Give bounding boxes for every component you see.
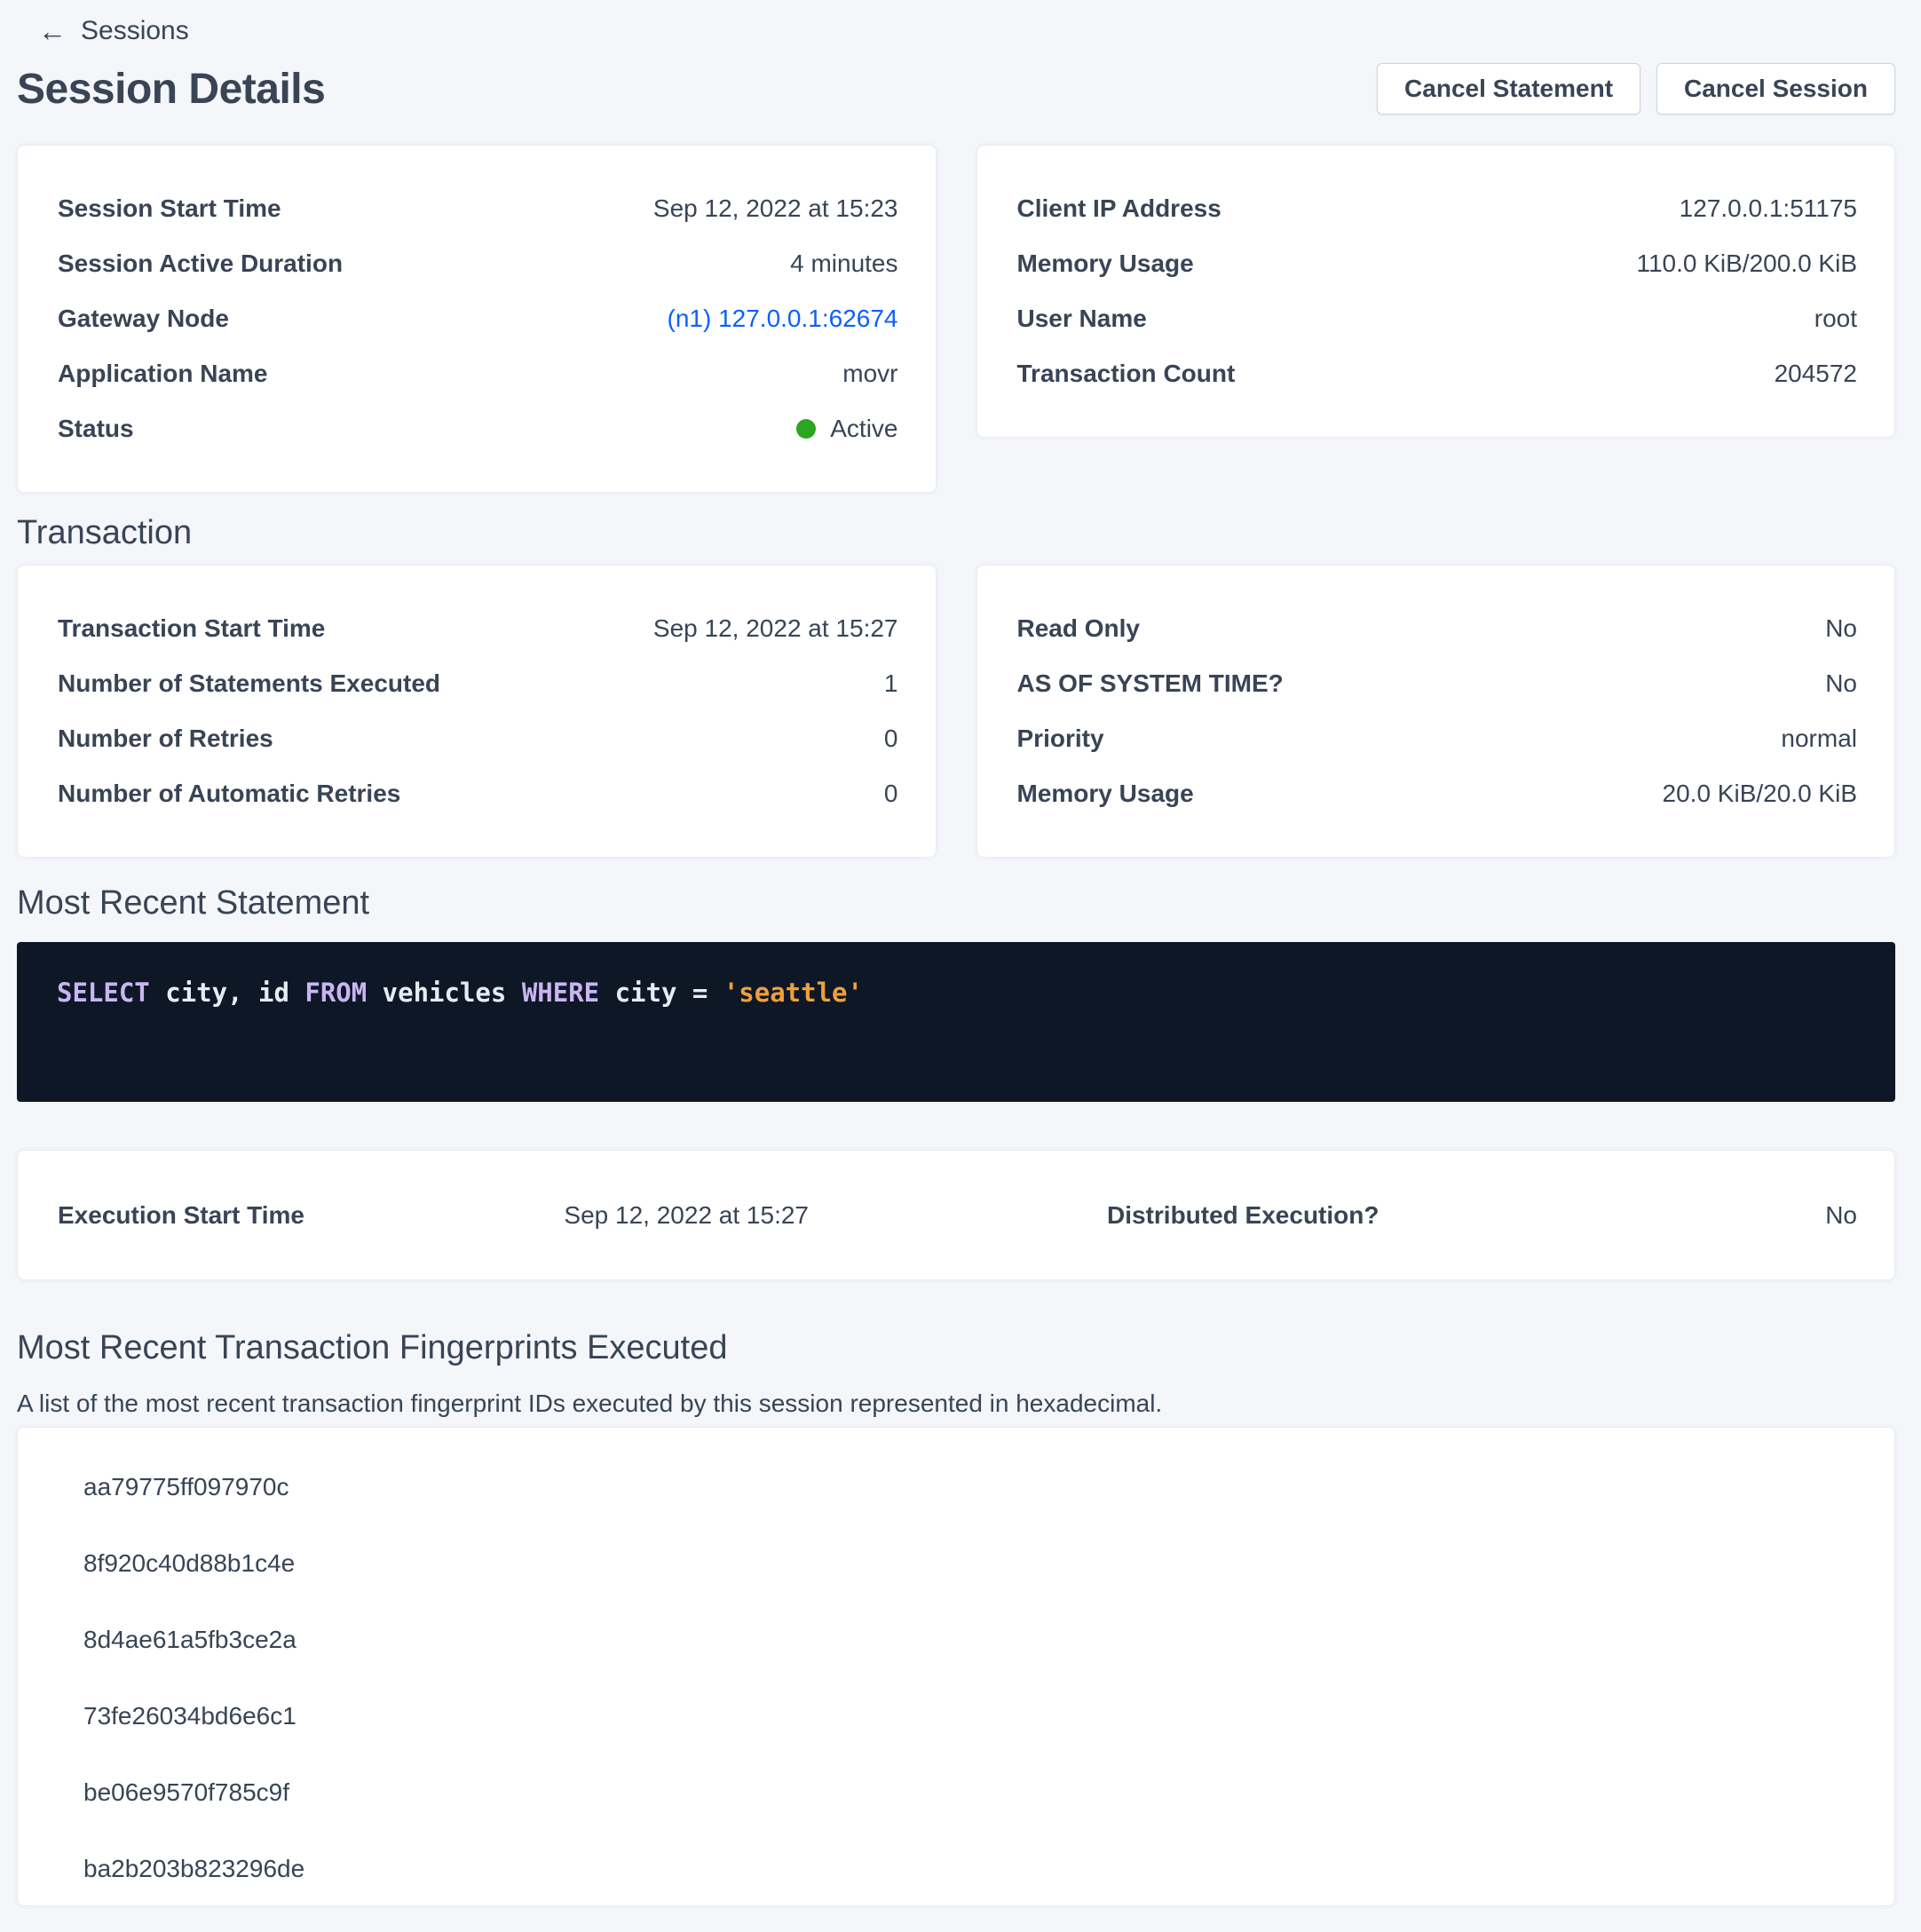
row-client-ip-address: Client IP Address 127.0.0.1:51175 [1017, 181, 1858, 236]
row-value: root [1814, 305, 1857, 333]
back-to-sessions-link[interactable]: ← Sessions [38, 16, 189, 46]
row-number-of-retries: Number of Retries 0 [58, 711, 898, 766]
row-value: movr [842, 360, 897, 388]
row-label: Execution Start Time [58, 1201, 304, 1230]
row-label: Application Name [58, 360, 267, 388]
session-details-page: ← Sessions Session Details Cancel Statem… [0, 0, 1921, 1906]
row-label: User Name [1017, 305, 1147, 333]
row-user-name: User Name root [1017, 291, 1858, 346]
fingerprint-list-item: be06e9570f785c9f [18, 1754, 1894, 1831]
row-automatic-retries: Number of Automatic Retries 0 [58, 766, 898, 821]
row-label: Transaction Count [1017, 360, 1236, 388]
sql-text: vehicles [367, 978, 522, 1008]
row-as-of-system-time: AS OF SYSTEM TIME? No [1017, 656, 1858, 711]
sql-keyword: FROM [304, 978, 367, 1008]
row-label: Session Active Duration [58, 249, 343, 278]
page-header: Session Details Cancel Statement Cancel … [17, 63, 1895, 115]
transaction-grid: Transaction Start Time Sep 12, 2022 at 1… [17, 565, 1895, 858]
distributed-execution-cell: Distributed Execution? No [1107, 1201, 1857, 1230]
client-info-card: Client IP Address 127.0.0.1:51175 Memory… [976, 145, 1896, 438]
status-active-dot-icon [796, 419, 816, 439]
status-value: Active [830, 415, 897, 443]
row-transaction-count: Transaction Count 204572 [1017, 346, 1858, 401]
row-txn-memory-usage: Memory Usage 20.0 KiB/20.0 KiB [1017, 766, 1858, 821]
row-application-name: Application Name movr [58, 346, 898, 401]
row-label: AS OF SYSTEM TIME? [1017, 669, 1284, 698]
row-value: 4 minutes [790, 249, 897, 278]
sql-keyword: SELECT [57, 978, 150, 1008]
row-transaction-start-time: Transaction Start Time Sep 12, 2022 at 1… [58, 601, 898, 656]
status-badge: Active [796, 415, 897, 443]
row-label: Session Start Time [58, 194, 281, 223]
row-label: Status [58, 415, 134, 443]
row-value: No [1825, 1201, 1857, 1230]
row-label: Client IP Address [1017, 194, 1221, 223]
session-info-card: Session Start Time Sep 12, 2022 at 15:23… [17, 145, 937, 493]
row-value: Sep 12, 2022 at 15:27 [564, 1201, 809, 1230]
row-priority: Priority normal [1017, 711, 1858, 766]
sql-text: city = [599, 978, 723, 1008]
row-value: normal [1781, 724, 1857, 753]
fingerprints-description: A list of the most recent transaction fi… [17, 1389, 1895, 1419]
row-session-active-duration: Session Active Duration 4 minutes [58, 236, 898, 291]
row-read-only: Read Only No [1017, 601, 1858, 656]
row-label: Number of Statements Executed [58, 669, 440, 698]
fingerprint-list-item: 8d4ae61a5fb3ce2a [18, 1602, 1894, 1678]
row-value: 204572 [1775, 360, 1857, 388]
sql-string-literal: 'seattle' [723, 978, 863, 1008]
row-status: Status Active [58, 401, 898, 456]
fingerprint-list-item: 8f920c40d88b1c4e [18, 1525, 1894, 1602]
transaction-section-heading: Transaction [17, 514, 1895, 552]
sql-keyword: WHERE [522, 978, 599, 1008]
row-memory-usage: Memory Usage 110.0 KiB/200.0 KiB [1017, 236, 1858, 291]
row-value: 0 [884, 780, 898, 808]
cancel-statement-button[interactable]: Cancel Statement [1377, 63, 1640, 115]
fingerprints-section-heading: Most Recent Transaction Fingerprints Exe… [17, 1329, 1895, 1367]
row-value: 20.0 KiB/20.0 KiB [1663, 780, 1857, 808]
row-value: 1 [884, 669, 898, 698]
statement-section-heading: Most Recent Statement [17, 884, 1895, 922]
back-arrow-icon: ← [38, 17, 67, 45]
row-value: 110.0 KiB/200.0 KiB [1636, 249, 1857, 278]
page-title: Session Details [17, 65, 325, 114]
row-gateway-node: Gateway Node (n1) 127.0.0.1:62674 [58, 291, 898, 346]
session-summary-grid: Session Start Time Sep 12, 2022 at 15:23… [17, 145, 1895, 493]
row-session-start-time: Session Start Time Sep 12, 2022 at 15:23 [58, 181, 898, 236]
back-link-label: Sessions [81, 16, 189, 46]
gateway-node-link[interactable]: (n1) 127.0.0.1:62674 [668, 305, 898, 333]
execution-info-card: Execution Start Time Sep 12, 2022 at 15:… [17, 1150, 1895, 1280]
row-value: Sep 12, 2022 at 15:27 [653, 614, 898, 643]
fingerprints-card: aa79775ff097970c 8f920c40d88b1c4e 8d4ae6… [17, 1427, 1895, 1906]
sql-statement-block: SELECT city, id FROM vehicles WHERE city… [17, 942, 1895, 1102]
header-actions: Cancel Statement Cancel Session [1377, 63, 1895, 115]
row-value: 127.0.0.1:51175 [1680, 194, 1857, 223]
row-label: Memory Usage [1017, 780, 1194, 808]
row-label: Distributed Execution? [1107, 1201, 1379, 1230]
fingerprints-list: aa79775ff097970c 8f920c40d88b1c4e 8d4ae6… [18, 1449, 1894, 1907]
row-value: No [1825, 669, 1857, 698]
execution-row: Execution Start Time Sep 12, 2022 at 15:… [58, 1201, 1857, 1230]
row-label: Priority [1017, 724, 1104, 753]
execution-start-time-cell: Execution Start Time Sep 12, 2022 at 15:… [58, 1201, 809, 1230]
row-statements-executed: Number of Statements Executed 1 [58, 656, 898, 711]
row-value: No [1825, 614, 1857, 643]
row-label: Read Only [1017, 614, 1140, 643]
fingerprint-list-item: ba2b203b823296de [18, 1831, 1894, 1907]
fingerprint-list-item: aa79775ff097970c [18, 1449, 1894, 1525]
row-label: Number of Retries [58, 724, 273, 753]
row-value: 0 [884, 724, 898, 753]
row-label: Gateway Node [58, 305, 229, 333]
row-label: Memory Usage [1017, 249, 1194, 278]
sql-text: city, id [150, 978, 305, 1008]
row-label: Number of Automatic Retries [58, 780, 400, 808]
transaction-properties-card: Read Only No AS OF SYSTEM TIME? No Prior… [976, 565, 1896, 858]
row-label: Transaction Start Time [58, 614, 325, 643]
cancel-session-button[interactable]: Cancel Session [1656, 63, 1895, 115]
transaction-details-card: Transaction Start Time Sep 12, 2022 at 1… [17, 565, 937, 858]
fingerprint-list-item: 73fe26034bd6e6c1 [18, 1678, 1894, 1754]
row-value: Sep 12, 2022 at 15:23 [653, 194, 898, 223]
